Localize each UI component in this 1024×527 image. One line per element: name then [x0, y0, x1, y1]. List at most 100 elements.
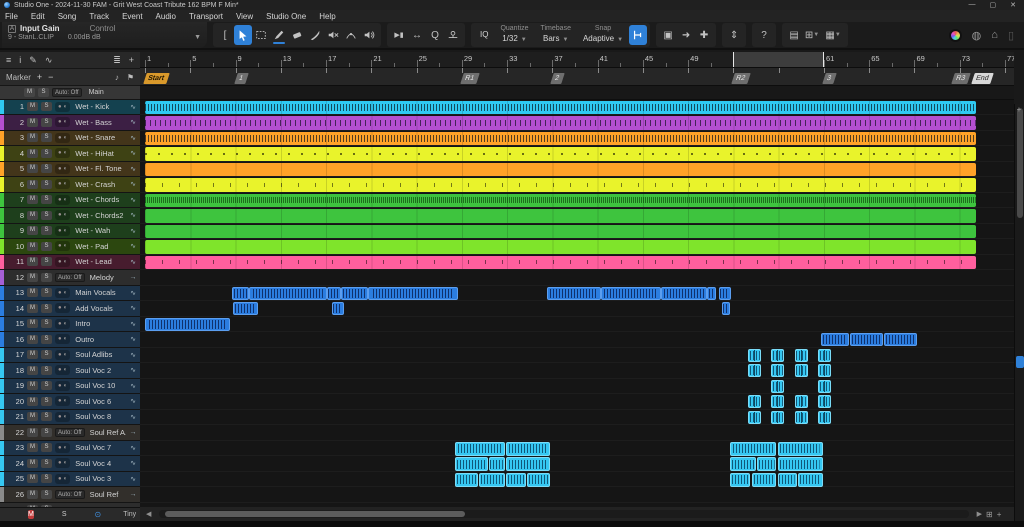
monitor-icon[interactable]: ◐	[64, 181, 68, 187]
track-row-1[interactable]: 1 M S ● ◐ Wet - Kick ∿	[0, 99, 140, 115]
track-mute-button[interactable]: M	[27, 396, 38, 406]
audio-clip[interactable]	[546, 286, 602, 300]
audio-clip[interactable]	[751, 472, 777, 487]
audio-clip[interactable]	[145, 162, 976, 176]
audio-clip[interactable]	[145, 255, 976, 269]
track-row-19[interactable]: 19 M S ● ◐ Soul Voc 10 ∿	[0, 378, 140, 394]
track-solo-button[interactable]: S	[41, 381, 52, 391]
record-icon[interactable]: ●	[58, 445, 62, 451]
marker-lane[interactable]: Start 1 R1 2 R2 3 R3 End	[140, 68, 1014, 86]
monitor-icon[interactable]: ◐	[64, 445, 68, 451]
bottom-right-tools[interactable]: ⊞ +	[986, 510, 1008, 519]
marker-flag-start[interactable]: Start	[143, 73, 170, 84]
track-row-17[interactable]: 17 M S ● ◐ Soul Adlibs ∿	[0, 347, 140, 363]
record-icon[interactable]: ●	[58, 321, 62, 327]
audio-clip[interactable]	[340, 286, 368, 300]
track-solo-button[interactable]: S	[41, 319, 52, 329]
minimize-button[interactable]: —	[969, 1, 976, 9]
add-track-button[interactable]: +	[129, 55, 134, 65]
close-button[interactable]: ✕	[1010, 1, 1016, 9]
track-row-24[interactable]: 24 M S ● ◐ Soul Voc 4 ∿	[0, 456, 140, 472]
track-solo-button[interactable]: S	[41, 303, 52, 313]
track-solo-button[interactable]: S	[41, 334, 52, 344]
track-row-21[interactable]: 21 M S ● ◐ Soul Voc 8 ∿	[0, 409, 140, 425]
track-row-20[interactable]: 20 M S ● ◐ Soul Voc 6 ∿	[0, 394, 140, 410]
main-track-lane[interactable]	[140, 86, 1014, 100]
color-hand-icon[interactable]	[948, 28, 962, 42]
track-mute-button[interactable]: M	[27, 195, 38, 205]
lane-5[interactable]	[140, 162, 1014, 177]
monitor-icon[interactable]: ◐	[64, 166, 68, 172]
monitor-icon[interactable]: ◐	[64, 367, 68, 373]
monitor-icon[interactable]: ◐	[64, 228, 68, 234]
timebase-select[interactable]: Timebase Bars ▼	[534, 23, 576, 47]
menu-item-audio[interactable]: Audio	[156, 12, 176, 21]
track-row-5[interactable]: 5 M S ● ◐ Wet - Fl. Tone ∿	[0, 161, 140, 177]
audio-clip[interactable]	[601, 286, 661, 300]
track-solo-button[interactable]: S	[41, 396, 52, 406]
note-icon[interactable]: ♪	[115, 73, 119, 82]
audio-clip[interactable]	[661, 286, 708, 300]
track-mute-button[interactable]: M	[27, 412, 38, 422]
audio-clip[interactable]	[145, 178, 976, 192]
timeline-ruler[interactable]: 1591317212529333741454953576165697377	[140, 52, 1014, 68]
audio-clip[interactable]	[777, 457, 823, 471]
audio-clip[interactable]	[748, 348, 762, 362]
audio-clip[interactable]	[527, 472, 551, 487]
track-solo-button[interactable]: S	[41, 412, 52, 422]
audio-clip[interactable]	[818, 395, 832, 408]
lane-10[interactable]	[140, 239, 1014, 255]
track-mute-button[interactable]: M	[27, 272, 38, 282]
snap-toggle-button[interactable]	[629, 25, 648, 45]
track-mute-button[interactable]: M	[27, 210, 38, 220]
track-solo-button[interactable]: S	[41, 179, 52, 189]
audio-clip[interactable]	[145, 240, 976, 254]
audio-clip[interactable]	[757, 457, 777, 471]
menu-item-song[interactable]: Song	[58, 12, 77, 21]
audio-clip[interactable]	[331, 302, 345, 315]
lane-2[interactable]	[140, 115, 1014, 131]
timestretch-icon[interactable]: ↔	[408, 25, 426, 45]
audio-clip[interactable]	[771, 364, 785, 377]
lane-19[interactable]	[140, 379, 1014, 394]
track-mute-button[interactable]: M	[27, 102, 38, 112]
audio-clip[interactable]	[818, 364, 832, 377]
lane-3[interactable]	[140, 131, 1014, 146]
lane-16[interactable]	[140, 332, 1014, 348]
arrow-tool-button[interactable]	[234, 25, 252, 45]
track-mute-button[interactable]: M	[27, 241, 38, 251]
monitor-icon[interactable]: ◐	[64, 352, 68, 358]
monitor-icon[interactable]: ◐	[64, 460, 68, 466]
lane-7[interactable]	[140, 193, 1014, 208]
menu-item-studio-one[interactable]: Studio One	[266, 12, 306, 21]
track-row-23[interactable]: 23 M S ● ◐ Soul Voc 7 ∿	[0, 440, 140, 456]
track-solo-button[interactable]: S	[41, 365, 52, 375]
edit-tool-icon[interactable]: ✎	[29, 55, 37, 66]
record-icon[interactable]: ●	[58, 104, 62, 110]
monitor-icon[interactable]: ◐	[64, 243, 68, 249]
range-tool-button[interactable]	[252, 25, 270, 45]
lane-26[interactable]	[140, 487, 1014, 503]
record-icon[interactable]: ●	[58, 367, 62, 373]
marker-flag-r3[interactable]: R3	[951, 73, 971, 84]
track-row-7[interactable]: 7 M S ● ◐ Wet - Chords ∿	[0, 192, 140, 208]
marker-flag-r2[interactable]: R2	[731, 73, 752, 84]
marker-flag-1[interactable]: 1	[233, 73, 249, 84]
audio-clip[interactable]	[505, 457, 551, 471]
track-mute-button[interactable]: M	[27, 164, 38, 174]
menu-item-file[interactable]: File	[5, 12, 18, 21]
audio-clip[interactable]	[794, 395, 808, 408]
audio-clip[interactable]	[455, 441, 505, 456]
track-mute-button[interactable]: M	[27, 179, 38, 189]
audio-clip[interactable]	[489, 457, 505, 471]
track-row-18[interactable]: 18 M S ● ◐ Soul Voc 2 ∿	[0, 363, 140, 379]
global-mute-button[interactable]: M	[28, 510, 34, 519]
audio-clip[interactable]	[367, 286, 459, 300]
horizontal-scrollbar-thumb[interactable]	[165, 511, 466, 517]
track-mute-button[interactable]: M	[27, 133, 38, 143]
marker-flag-end[interactable]: End	[971, 73, 995, 84]
audio-clip[interactable]	[797, 472, 823, 487]
audio-clip[interactable]	[777, 472, 797, 487]
record-icon[interactable]: ●	[58, 290, 62, 296]
menu-item-track[interactable]: Track	[89, 12, 109, 21]
